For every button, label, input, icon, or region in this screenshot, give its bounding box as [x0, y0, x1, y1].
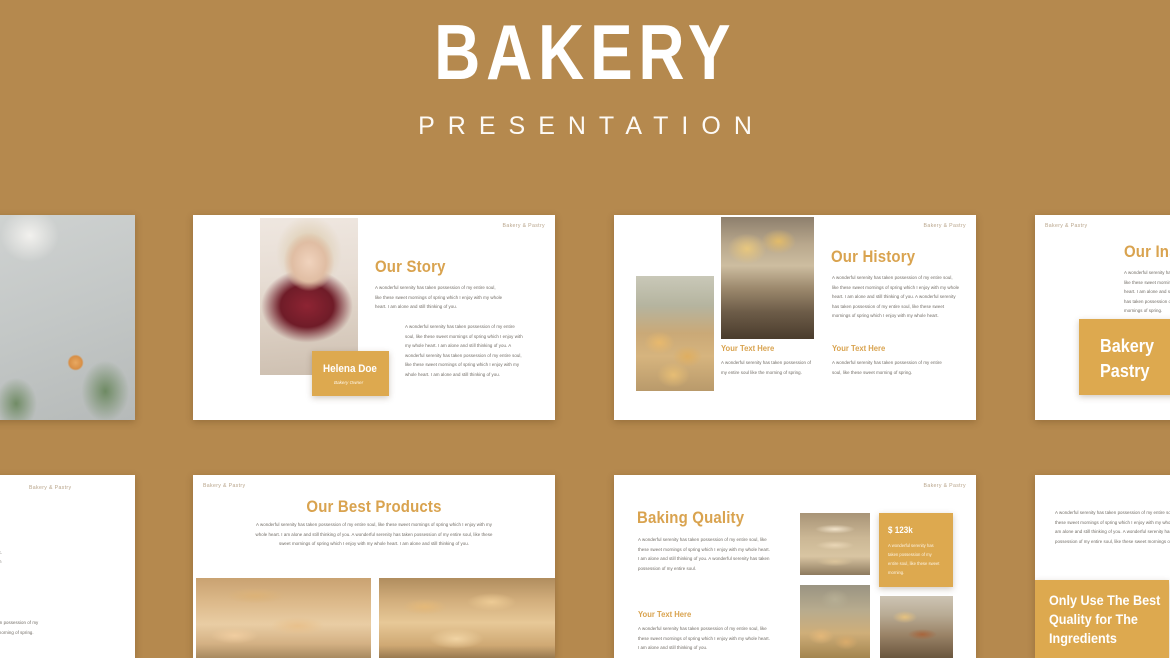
slide-our-inspiration[interactable]: Bakery & Pastry Our Inspiration A wonder… [1035, 215, 1170, 420]
subsection-text: A wonderful serenity has taken possessio… [638, 626, 770, 651]
slide-ingredients[interactable]: A wonderful serenity has taken possessio… [1035, 475, 1170, 658]
slide-title: Our Story [375, 257, 446, 276]
corner-tag: Bakery & Pastry [1045, 223, 1088, 229]
corner-tag: Bakery & Pastry [923, 223, 966, 229]
slide-best-products[interactable]: Bakery & Pastry Our Best Products A wond… [193, 475, 555, 658]
croissants-tray-photo [636, 276, 714, 391]
bakery-shelf-photo [800, 585, 870, 658]
slide-title: Our Best Products [306, 497, 442, 516]
slide-paragraph: A wonderful serenity has taken possessio… [0, 538, 3, 596]
subsection: Your Text Here A wonderful serenity has … [0, 603, 51, 637]
subsection: Your Text Here A wonderful serenity has … [638, 609, 773, 653]
slide-paragraph: A wonderful serenity has taken possessio… [1055, 510, 1170, 544]
subsection-heading: Your Text Here [0, 603, 40, 613]
subsection-heading: Your Text Here [832, 343, 886, 353]
page-subtitle: PRESENTATION [418, 112, 765, 140]
cinnamon-rolls-photo [379, 578, 555, 658]
slide-paragraph-1: A wonderful serenity has taken possessio… [375, 285, 503, 310]
slide-paragraph: A wonderful serenity has taken possessio… [1124, 270, 1170, 314]
page-title: BAKERY [433, 8, 737, 96]
slide-our-story[interactable]: Bakery & Pastry Our Story A wonderful se… [193, 215, 555, 420]
slide-our-history[interactable]: Bakery & Pastry Our History A wonderful … [614, 215, 976, 420]
slide-thumbnail-left-bottom[interactable]: Bakery & Pastry A wonderful serenity has… [0, 475, 135, 658]
ingredients-gold-box[interactable]: Only Use The Best Quality for The Ingred… [1035, 580, 1169, 658]
stat-card[interactable]: $ 123k A wonderful serenity has taken po… [879, 513, 953, 587]
gold-box-heading: Only Use The Best Quality for The Ingred… [1049, 592, 1161, 646]
speaker-role: Bakery Owner [334, 380, 364, 385]
subsection-text: A wonderful serenity has taken possessio… [832, 360, 942, 375]
speaker-name-card[interactable]: Helena Doe Bakery Owner [312, 351, 389, 396]
corner-tag: Bakery & Pastry [502, 223, 545, 229]
pastry-buffet-photo [721, 217, 814, 339]
corner-tag: Bakery & Pastry [203, 483, 246, 489]
subsection-heading: Your Text Here [638, 609, 692, 619]
display-case-photo [880, 596, 953, 658]
inspiration-gold-box[interactable]: Bakery Pastry [1079, 319, 1170, 395]
bread-loaves-photo [800, 513, 870, 575]
slide-title: Baking Quality [637, 508, 745, 527]
stat-text: A wonderful serenity has taken possessio… [888, 543, 940, 575]
donuts-display-photo [196, 578, 371, 658]
slide-paragraph: A wonderful serenity has taken possessio… [832, 275, 960, 319]
gold-box-line-2: Pastry [1100, 361, 1150, 381]
slide-title: Our History [831, 247, 916, 266]
hero-banner: BAKERY PRESENTATION [0, 0, 1170, 200]
subsection-text: A wonderful serenity has taken possessio… [721, 360, 812, 375]
speaker-name: Helena Doe [323, 363, 377, 375]
subsection-heading: Your Text Here [721, 343, 775, 353]
slide-baking-quality[interactable]: Bakery & Pastry Baking Quality A wonderf… [614, 475, 976, 658]
slide-paragraph: A wonderful serenity has taken possessio… [255, 522, 493, 547]
slide-paragraph-2: A wonderful serenity has taken possessio… [405, 324, 523, 377]
corner-tag: Bakery & Pastry [29, 485, 72, 491]
corner-tag: Bakery & Pastry [923, 483, 966, 489]
slide-paragraph: A wonderful serenity has taken possessio… [638, 537, 770, 571]
slide-title: Our Inspiration [1124, 242, 1170, 261]
stat-value: $ 123k [888, 525, 913, 535]
subsection-left: Your Text Here A wonderful serenity has … [721, 343, 813, 377]
subsection-right: Your Text Here A wonderful serenity has … [832, 343, 947, 377]
gold-box-line-1: Bakery [1100, 336, 1155, 356]
slide-deck: y A wonderful serenity has taken possess… [0, 215, 1170, 658]
subsection-text: A wonderful serenity has taken possessio… [0, 620, 39, 635]
slide-thumbnail-left-top[interactable]: y A wonderful serenity has taken possess… [0, 215, 135, 420]
stone-peach-leaves-photo [0, 215, 135, 420]
